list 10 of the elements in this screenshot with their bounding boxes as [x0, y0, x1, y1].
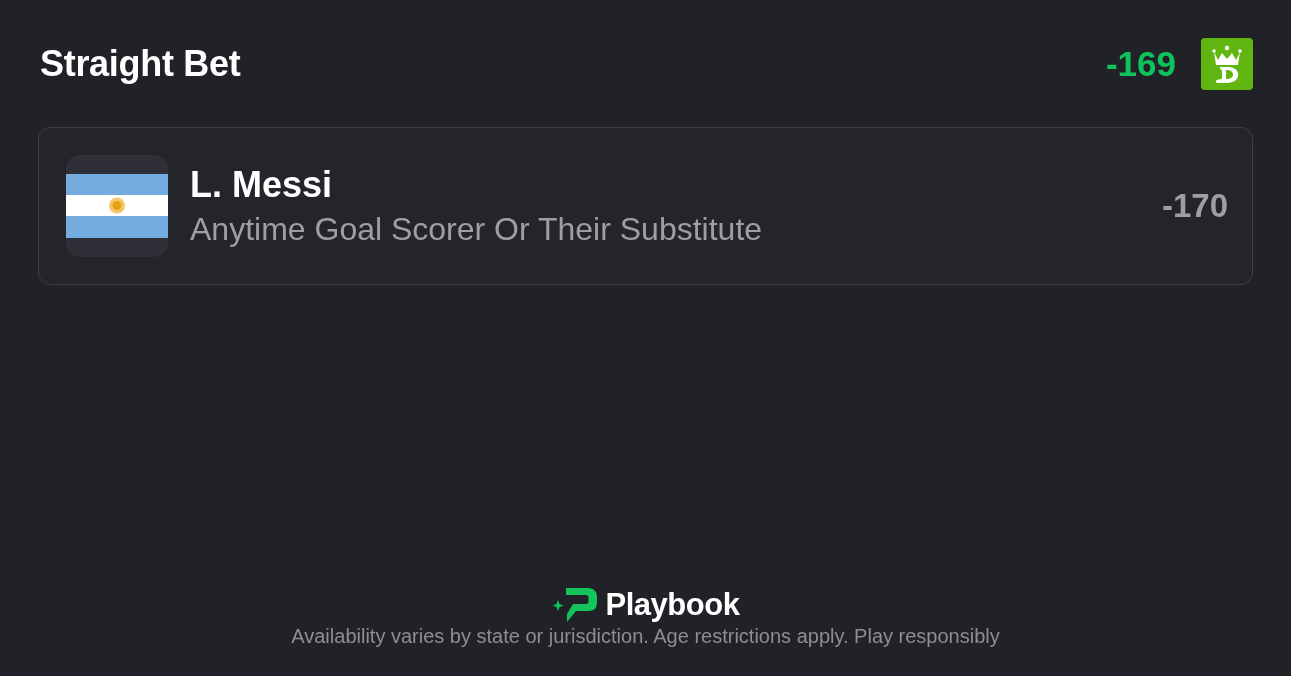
bet-type-title: Straight Bet: [40, 43, 241, 85]
bubble-logo-icon: [551, 587, 598, 623]
crown-logo-icon: [1201, 38, 1253, 90]
total-odds: -169: [1105, 44, 1176, 84]
brand-name: Playbook: [605, 587, 740, 623]
market-label: Anytime Goal Scorer Or Their Substitute: [190, 210, 764, 249]
disclaimer-text: Availability varies by state or jurisdiction. Age restrictions apply. Play responsibly: [291, 625, 1000, 648]
leg-odds: -170: [1161, 187, 1228, 225]
player-name: L. Messi: [190, 163, 334, 207]
flag-icon: [66, 155, 168, 257]
